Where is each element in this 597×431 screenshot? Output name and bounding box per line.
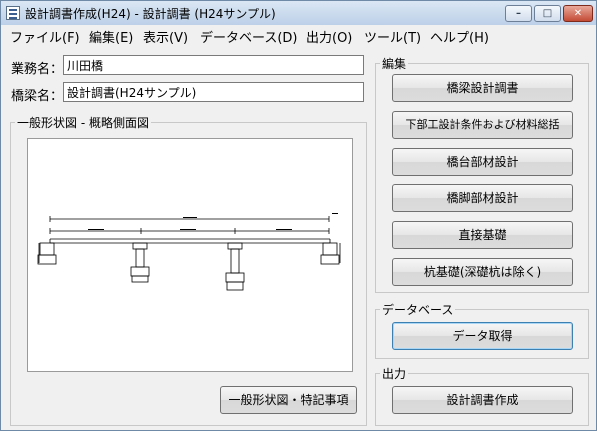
main-window: 設計調書作成(H24) - 設計調書 (H24サンプル) – □ ✕ ファイル(… <box>0 0 597 431</box>
pile-foundation-button[interactable]: 杭基礎(深礎杭は除く) <box>392 258 573 286</box>
minimize-button[interactable]: – <box>505 5 532 22</box>
project-name-label: 業務名： <box>11 62 64 77</box>
menu-output[interactable]: 出力(O) <box>306 27 352 46</box>
bridge-side-view-svg <box>37 213 341 291</box>
edit-group-title: 編集 <box>380 55 409 72</box>
menu-database[interactable]: データベース(D) <box>200 27 298 46</box>
substructure-conditions-button[interactable]: 下部工設計条件および材料総括 <box>392 111 573 139</box>
app-icon[interactable] <box>6 6 20 20</box>
maximize-icon: □ <box>542 8 553 19</box>
spread-foundation-button[interactable]: 直接基礎 <box>392 221 573 249</box>
menu-help[interactable]: ヘルプ(H) <box>430 27 489 46</box>
output-group-title: 出力 <box>380 365 409 382</box>
bridge-design-sheet-button[interactable]: 橋梁設計調書 <box>392 74 573 102</box>
side-view-drawing <box>27 138 353 372</box>
close-icon: ✕ <box>573 8 583 19</box>
menu-bar: ファイル(F) 編集(E) 表示(V) データベース(D) 出力(O) ツール(… <box>1 25 596 46</box>
maximize-button[interactable]: □ <box>534 5 561 22</box>
get-data-button[interactable]: データ取得 <box>392 322 573 350</box>
menu-file[interactable]: ファイル(F) <box>10 27 80 46</box>
drawing-group-title: 一般形状図 - 概略側面図 <box>15 114 151 131</box>
close-button[interactable]: ✕ <box>563 5 593 22</box>
bridge-name-label: 橋梁名： <box>11 89 64 104</box>
minimize-icon: – <box>516 8 521 19</box>
bridge-name-input[interactable] <box>63 82 364 102</box>
title-bar[interactable]: 設計調書作成(H24) - 設計調書 (H24サンプル) – □ ✕ <box>1 1 596 25</box>
general-drawing-button[interactable]: 一般形状図・特記事項 <box>220 386 357 414</box>
menu-view[interactable]: 表示(V) <box>143 27 188 46</box>
project-name-input[interactable] <box>63 55 364 75</box>
pier-design-button[interactable]: 橋脚部材設計 <box>392 184 573 212</box>
database-group-title: データベース <box>380 301 456 318</box>
menu-edit[interactable]: 編集(E) <box>89 27 133 46</box>
menu-tools[interactable]: ツール(T) <box>364 27 421 46</box>
abutment-design-button[interactable]: 橋台部材設計 <box>392 148 573 176</box>
create-design-sheet-button[interactable]: 設計調書作成 <box>392 386 573 414</box>
window-title: 設計調書作成(H24) - 設計調書 (H24サンプル) <box>25 7 276 21</box>
